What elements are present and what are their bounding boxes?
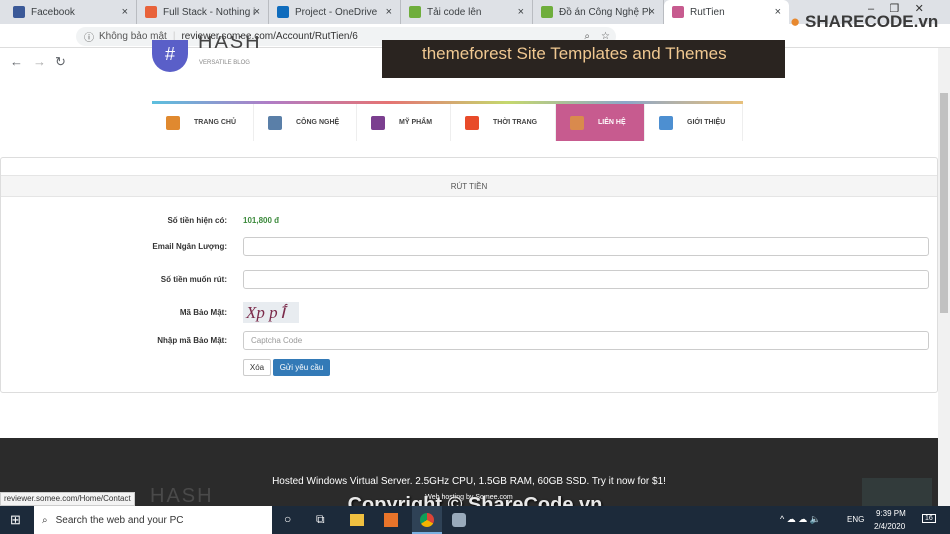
facebook-icon: [13, 6, 25, 18]
language-indicator[interactable]: ENG: [847, 515, 864, 524]
restore-icon[interactable]: ❐: [889, 3, 899, 15]
dress-icon: [465, 115, 479, 130]
info-icon: [659, 115, 673, 130]
email-input[interactable]: [243, 237, 929, 256]
close-tab-icon[interactable]: ×: [386, 6, 392, 18]
panel-title: RÚT TIỀN: [1, 175, 937, 197]
browser-tab[interactable]: Full Stack - Nothing is i×: [137, 0, 269, 24]
onedrive-icon: [277, 6, 289, 18]
window-controls: – ❐ ✕: [868, 2, 924, 15]
hash-logo-icon[interactable]: #: [152, 40, 188, 72]
browser-tab[interactable]: Tải code lên ×: [401, 0, 533, 24]
clock-date[interactable]: 2/4/2020: [874, 522, 905, 531]
phone-icon: [268, 115, 282, 130]
close-tab-icon[interactable]: ×: [254, 6, 260, 18]
email-label: Email Ngân Lượng:: [152, 242, 227, 251]
close-window-icon[interactable]: ✕: [915, 3, 924, 15]
nav-item[interactable]: CÔNG NGHỆ: [254, 104, 357, 141]
nav-item[interactable]: THỜI TRANG: [451, 104, 556, 141]
captcha-input[interactable]: Captcha Code: [243, 331, 929, 350]
amount-label: Số tiền muốn rút:: [160, 275, 227, 284]
browser-tab[interactable]: Facebook ×: [5, 0, 137, 24]
tab-title: Đồ án Công Nghệ Phầi: [559, 6, 650, 18]
nav-label: GIỚI THIỆU: [687, 119, 726, 126]
browser-tab[interactable]: RutTien ×: [664, 0, 789, 24]
captcha-label: Mã Bảo Mật:: [179, 308, 227, 317]
back-icon[interactable]: ←: [10, 54, 23, 69]
nav-label: MỸ PHẨM: [399, 119, 433, 126]
fullstack-icon: [145, 6, 157, 18]
hosting-ad[interactable]: Hosted Windows Virtual Server. 2.5GHz CP…: [0, 476, 938, 487]
nav-item[interactable]: GIỚI THIỆU: [645, 104, 743, 141]
h-icon: [672, 6, 684, 18]
file-explorer-icon[interactable]: [350, 514, 364, 526]
amount-input[interactable]: [243, 270, 929, 289]
submit-button[interactable]: Gửi yêu cầu: [273, 359, 330, 376]
task-view-icon[interactable]: ⧉: [316, 512, 325, 527]
nav-item[interactable]: LIÊN HỆ: [556, 104, 645, 141]
search-icon: ⌕: [42, 514, 48, 526]
clock-time[interactable]: 9:39 PM: [876, 509, 906, 518]
nav-item[interactable]: TRANG CHỦ: [152, 104, 254, 141]
xampp-icon[interactable]: [384, 513, 398, 527]
nav-label: CÔNG NGHỆ: [296, 119, 340, 126]
nav-item[interactable]: MỸ PHẨM: [357, 104, 451, 141]
sharecode-watermark-logo: ● SHARECODE.vn: [790, 12, 939, 31]
captcha-image: Xp pٲ: [243, 302, 299, 323]
lipstick-icon: [371, 115, 385, 130]
close-tab-icon[interactable]: ×: [775, 6, 781, 18]
close-tab-icon[interactable]: ×: [122, 6, 128, 18]
balance-label: Số tiền hiện có:: [167, 216, 227, 225]
balance-value: 101,800 đ: [243, 216, 280, 225]
notification-icon[interactable]: 16: [922, 514, 936, 523]
nav-label: THỜI TRANG: [493, 119, 538, 126]
tab-title: Tải code lên: [427, 6, 482, 18]
minimize-icon[interactable]: –: [868, 3, 874, 15]
nav-label: TRANG CHỦ: [194, 119, 236, 126]
sharecode-icon: [409, 6, 421, 18]
sharecode-icon: [541, 6, 553, 18]
scrollbar[interactable]: [938, 48, 950, 506]
paint-icon[interactable]: [452, 513, 466, 527]
home-icon: [166, 115, 180, 130]
reload-icon[interactable]: ↻: [55, 54, 66, 70]
cortana-icon[interactable]: ○: [284, 512, 291, 526]
browser-tab[interactable]: Đồ án Công Nghệ Phầi×: [533, 0, 664, 24]
nav-label: LIÊN HỆ: [598, 119, 626, 126]
main-nav: TRANG CHỦ CÔNG NGHỆ MỸ PHẨM THỜI TRANG LIÊN …: [152, 101, 743, 141]
contact-icon: [570, 115, 584, 130]
windows-taskbar: ⊞ ⌕ Search the web and your PC ○ ⧉ ^ ☁ ☁ …: [0, 506, 950, 534]
tab-title: Facebook: [31, 6, 75, 18]
captcha-input-label: Nhập mã Bảo Mật:: [157, 336, 227, 345]
search-placeholder: Search the web and your PC: [55, 514, 184, 526]
browser-tab[interactable]: Project - OneDrive ×: [269, 0, 401, 24]
windows-start-icon[interactable]: ⊞: [10, 512, 21, 528]
tab-title: RutTien: [690, 6, 725, 18]
themeforest-banner[interactable]: themeforest Site Templates and Themes: [382, 40, 785, 78]
chrome-taskbar-icon[interactable]: [412, 506, 442, 534]
logo-subtitle: VERSATILE BLOG: [199, 60, 250, 66]
taskbar-search[interactable]: ⌕ Search the web and your PC: [34, 506, 272, 534]
info-icon: ⓘ: [84, 33, 94, 44]
clear-button[interactable]: Xóa: [243, 359, 271, 376]
tab-title: Full Stack - Nothing is i: [163, 6, 255, 18]
tab-title: Project - OneDrive: [295, 6, 378, 18]
close-tab-icon[interactable]: ×: [518, 6, 524, 18]
forward-icon[interactable]: →: [33, 54, 46, 69]
close-tab-icon[interactable]: ×: [649, 6, 655, 18]
logo-text: HASH: [198, 36, 262, 53]
tray-icons[interactable]: ^ ☁ ☁ 🔈: [780, 514, 821, 525]
